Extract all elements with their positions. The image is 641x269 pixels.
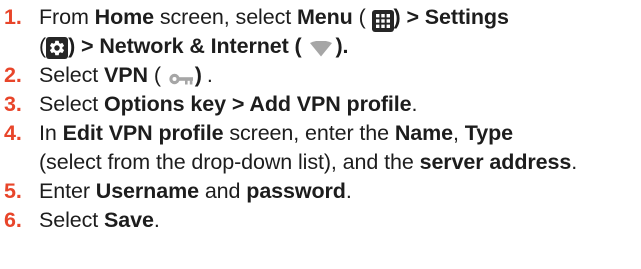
server-address-term: server address	[419, 150, 572, 174]
step-text-fragment: Select	[39, 63, 99, 87]
home-screen-term: Home	[94, 5, 154, 29]
step-text-fragment: Enter	[39, 179, 90, 203]
step-text-fragment: .	[153, 208, 160, 232]
step-number: 4.	[4, 121, 22, 145]
step-2: 2. Select VPN ( ).	[4, 61, 636, 90]
step-text: Select Options key > Add VPN profile.	[39, 90, 636, 119]
step-text: Select VPN ( ).	[39, 61, 636, 90]
step-text-fragment: (	[358, 5, 366, 29]
step-number: 2.	[4, 63, 22, 87]
step-text-fragment: Select	[39, 208, 99, 232]
type-term: Type	[464, 121, 513, 145]
step-number: 3.	[4, 92, 22, 116]
step-text-fragment: screen, enter the	[229, 121, 389, 145]
step-text-fragment: .	[206, 63, 213, 87]
grid-menu-icon	[371, 10, 394, 32]
step-number: 6.	[4, 208, 22, 232]
step-6: 6. Select Save.	[4, 206, 636, 235]
username-term: Username	[95, 179, 199, 203]
step-text-fragment: )	[194, 63, 202, 87]
step-text-fragment: In	[39, 121, 57, 145]
save-term: Save	[104, 208, 154, 232]
step-5: 5. Enter Username and password.	[4, 177, 636, 206]
settings-gear-icon	[46, 37, 69, 59]
step-text-fragment: Select	[39, 92, 99, 116]
step-4: 4. In Edit VPN profile screen, enter the…	[4, 119, 636, 177]
settings-term: ) > Settings	[393, 5, 509, 29]
password-term: password	[246, 179, 346, 203]
step-text-fragment: (	[153, 63, 161, 87]
step-text-fragment: ).	[335, 34, 349, 58]
step-text: From Home screen, select Menu ( ) > Sett…	[39, 3, 636, 61]
vpn-term: VPN	[104, 63, 148, 87]
step-number: 1.	[4, 5, 22, 29]
step-text-fragment: .	[345, 179, 352, 203]
step-text-fragment: (	[39, 34, 47, 58]
step-text: In Edit VPN profile screen, enter the Na…	[39, 119, 636, 177]
step-text: Enter Username and password.	[39, 177, 636, 206]
add-vpn-profile-term: Options key > Add VPN profile	[104, 92, 412, 116]
step-text-fragment: From	[39, 5, 89, 29]
step-text-fragment: .	[571, 150, 578, 174]
step-text-fragment: ,	[453, 121, 459, 145]
instruction-list: 1. From Home screen, select Menu ( ) > S…	[4, 3, 636, 235]
step-text-fragment: screen, select	[159, 5, 292, 29]
step-text-fragment: and	[204, 179, 241, 203]
vpn-key-icon	[167, 68, 195, 90]
step-text-fragment: .	[411, 92, 418, 116]
network-internet-term: ) > Network & Internet (	[68, 34, 302, 58]
menu-term: Menu	[296, 5, 353, 29]
name-term: Name	[394, 121, 454, 145]
step-text: Select Save.	[39, 206, 636, 235]
step-text-fragment: (select from the drop-down list), and th…	[39, 150, 414, 174]
step-3: 3. Select Options key > Add VPN profile.	[4, 90, 636, 119]
wifi-signal-icon	[307, 38, 335, 60]
step-1: 1. From Home screen, select Menu ( ) > S…	[4, 3, 636, 61]
edit-vpn-profile-term: Edit VPN profile	[62, 121, 224, 145]
step-number: 5.	[4, 179, 22, 203]
